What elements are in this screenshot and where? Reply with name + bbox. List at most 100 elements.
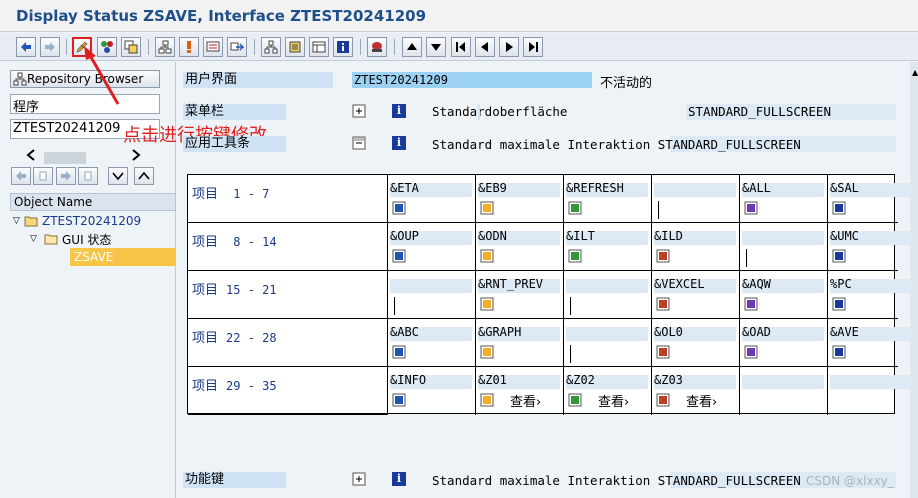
function-code: &EB9 — [478, 181, 507, 195]
forward-arrow-icon[interactable] — [40, 37, 60, 57]
function-icon — [480, 297, 494, 311]
function-code-cell[interactable]: &EB9 — [476, 175, 564, 223]
function-code-cell[interactable]: &GRAPH — [476, 319, 564, 367]
function-code: &INFO — [390, 373, 427, 387]
horizontal-scrollbar[interactable] — [44, 152, 86, 164]
function-code-cell[interactable]: &RNT_PREV — [476, 271, 564, 319]
print-icon[interactable] — [285, 37, 305, 57]
function-code-cell[interactable]: &Z02 查看› — [564, 367, 652, 415]
function-icon — [392, 345, 406, 359]
menubar-label: 菜单栏 — [183, 104, 286, 120]
hierarchy-icon — [13, 72, 27, 86]
function-icon — [744, 297, 758, 311]
view-button[interactable]: 查看› — [686, 391, 717, 410]
function-code-cell[interactable]: &AVE — [828, 319, 912, 367]
tree-forward-icon[interactable] — [56, 167, 76, 185]
tree-back-icon[interactable] — [11, 167, 31, 185]
first-page-icon[interactable] — [451, 37, 471, 57]
chevron-right-icon: › — [624, 395, 630, 410]
item-label: 项目 — [192, 187, 219, 202]
object-list-icon[interactable] — [261, 37, 281, 57]
settings-icon[interactable] — [367, 37, 387, 57]
function-code-cell[interactable] — [740, 367, 828, 415]
function-code-cell[interactable] — [564, 271, 652, 319]
function-code-cell[interactable]: &OAD — [740, 319, 828, 367]
function-code: &GRAPH — [478, 325, 522, 339]
collapse-all-icon[interactable] — [134, 167, 154, 185]
function-code-cell[interactable] — [388, 271, 476, 319]
watermark: CSDN @xlxxy_ — [806, 474, 894, 488]
tree-node-gui-status[interactable]: ▽ GUI 状态 — [10, 230, 176, 248]
function-code-cell[interactable]: &ETA — [388, 175, 476, 223]
function-code-cell[interactable]: &Z03 查看› — [652, 367, 740, 415]
empty-slot-marker — [658, 201, 659, 219]
function-code-cell[interactable]: &ILD — [652, 223, 740, 271]
function-code-cell[interactable]: &OL0 — [652, 319, 740, 367]
function-code-cell[interactable]: &AQW — [740, 271, 828, 319]
tree-back-list-icon[interactable] — [33, 167, 53, 185]
function-code-cell[interactable]: %PC — [828, 271, 912, 319]
vertical-scrollbar[interactable] — [910, 62, 918, 498]
tree-node-zsave[interactable]: ZSAVE — [70, 248, 176, 266]
function-code-cell[interactable]: &VEXCEL — [652, 271, 740, 319]
item-label: 项目 — [192, 331, 219, 346]
info-icon[interactable] — [333, 37, 353, 57]
expand-plus-icon[interactable] — [352, 104, 366, 118]
info-icon[interactable]: i — [392, 136, 406, 150]
next-page-icon[interactable] — [499, 37, 519, 57]
collapse-minus-icon[interactable] — [352, 136, 366, 150]
inactive-status: 不活动的 — [600, 76, 653, 91]
grid-row-label: 项目 8 - 14 — [192, 231, 277, 250]
page-up-icon[interactable] — [402, 37, 422, 57]
tree-forward-list-icon[interactable] — [78, 167, 98, 185]
function-code: &REFRESH — [566, 181, 624, 195]
scroll-up-icon[interactable]: ▲ — [912, 68, 918, 78]
function-code-cell[interactable] — [564, 319, 652, 367]
function-code: &VEXCEL — [654, 277, 705, 291]
function-code-cell[interactable]: &Z01 查看› — [476, 367, 564, 415]
function-code: &ILT — [566, 229, 595, 243]
display-object-list-icon[interactable] — [309, 37, 329, 57]
function-code-cell[interactable]: &ABC — [388, 319, 476, 367]
scroll-right-icon[interactable] — [131, 148, 141, 162]
activate-icon[interactable] — [179, 37, 199, 57]
function-code-cell[interactable] — [828, 367, 912, 415]
hierarchy-icon[interactable] — [155, 37, 175, 57]
folder-icon — [24, 216, 38, 227]
function-code-cell[interactable]: &ILT — [564, 223, 652, 271]
function-code-cell[interactable]: &ODN — [476, 223, 564, 271]
view-button[interactable]: 查看› — [510, 391, 541, 410]
page-down-icon[interactable] — [426, 37, 446, 57]
user-interface-value: ZTEST20241209 — [352, 72, 592, 88]
function-code-cell[interactable] — [652, 175, 740, 223]
expand-triangle-icon[interactable]: ▽ — [30, 234, 44, 244]
scroll-left-icon[interactable] — [26, 148, 36, 162]
function-code: &OAD — [742, 325, 771, 339]
function-icon — [832, 201, 846, 215]
expand-plus-icon[interactable] — [352, 472, 366, 486]
function-code-cell[interactable] — [740, 223, 828, 271]
function-code: &Z03 — [654, 373, 683, 387]
function-code-cell[interactable]: &INFO — [388, 367, 476, 415]
function-icon — [832, 297, 846, 311]
function-code-cell[interactable]: &UMC — [828, 223, 912, 271]
function-code-cell[interactable]: &REFRESH — [564, 175, 652, 223]
navigate-icon[interactable] — [227, 37, 247, 57]
info-icon[interactable]: i — [392, 472, 406, 486]
back-arrow-icon[interactable] — [16, 37, 36, 57]
where-used-icon[interactable] — [203, 37, 223, 57]
view-button[interactable]: 查看› — [598, 391, 629, 410]
folder-open-icon — [44, 234, 58, 245]
menubar-text: Standardoberfläche — [432, 104, 568, 119]
tree-node-program[interactable]: ▽ ZTEST20241209 — [10, 212, 176, 230]
expand-triangle-icon[interactable]: ▽ — [10, 216, 24, 226]
function-keys-label: 功能键 — [183, 472, 286, 488]
function-code-cell[interactable]: &SAL — [828, 175, 912, 223]
previous-page-icon[interactable] — [475, 37, 495, 57]
function-code-cell[interactable]: &ALL — [740, 175, 828, 223]
last-page-icon[interactable] — [523, 37, 543, 57]
function-code-cell[interactable]: &OUP — [388, 223, 476, 271]
expand-all-icon[interactable] — [108, 167, 128, 185]
info-icon[interactable]: i — [392, 104, 406, 118]
function-icon — [480, 249, 494, 263]
